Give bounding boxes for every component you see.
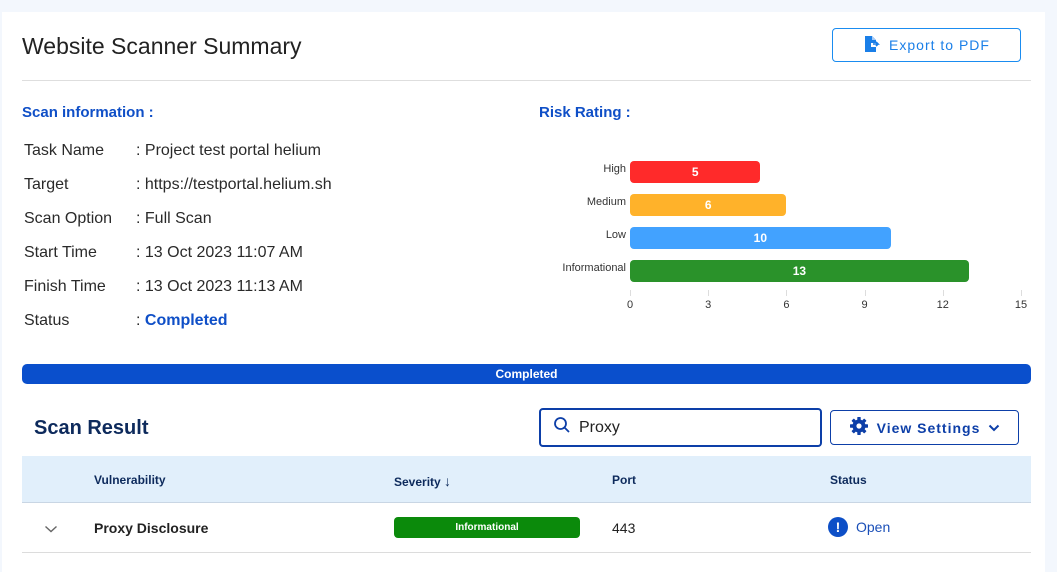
chart-x-tick-label: 3 — [705, 299, 712, 311]
info-value: : Project test portal helium — [136, 142, 321, 159]
export-pdf-label: Export to PDF — [889, 37, 990, 53]
chart-x-tick — [864, 290, 866, 296]
column-header-severity[interactable]: Severity ↓ — [394, 473, 451, 489]
sort-down-arrow-icon: ↓ — [444, 473, 452, 489]
scan-status-value: Completed — [144, 312, 228, 329]
chart-category-label: Medium — [586, 196, 626, 208]
expand-row-chevron-icon[interactable] — [44, 521, 58, 539]
chart-bar-high[interactable]: 5 — [630, 161, 761, 183]
progress-label: Completed — [495, 367, 558, 381]
risk-rating-heading: Risk Rating : — [539, 104, 631, 121]
chart-category-label: Informational — [562, 262, 626, 274]
exclamation-circle-icon: ! — [828, 517, 848, 537]
chart-x-tick — [630, 290, 631, 296]
info-value: : 13 Oct 2023 11:13 AM — [136, 278, 303, 295]
search-input[interactable] — [579, 418, 799, 437]
chart-x-tick-label: 9 — [861, 299, 868, 311]
info-key: Task Name — [24, 142, 105, 159]
scan-info-heading: Scan information : — [22, 104, 154, 121]
table-row: Proxy Disclosure Informational 443 ! Ope… — [22, 503, 1031, 553]
results-table-header: Vulnerability Severity ↓ Port Status — [22, 456, 1031, 503]
info-row-finish-time: Finish Time : 13 Oct 2023 11:13 AM — [24, 278, 303, 296]
view-settings-button[interactable]: View Settings — [830, 410, 1019, 445]
page-title: Website Scanner Summary — [22, 33, 302, 59]
info-value: : https://testportal.helium.sh — [136, 176, 332, 193]
status-value: Open — [856, 519, 891, 535]
search-box[interactable] — [539, 408, 822, 447]
risk-rating-chart: High 5 Medium 6 Low 10 Informational 13 0 3 6 9 12 15 — [530, 140, 1040, 320]
chart-category-label: High — [603, 163, 626, 175]
column-header-port[interactable]: Port — [612, 473, 636, 487]
column-header-vulnerability[interactable]: Vulnerability — [94, 473, 166, 487]
chart-x-tick-label: 0 — [626, 299, 634, 311]
scan-progress-bar: Completed — [22, 364, 1031, 384]
severity-badge: Informational — [394, 517, 580, 538]
view-settings-label: View Settings — [876, 419, 981, 436]
chart-x-tick — [708, 290, 710, 296]
port-value: 443 — [612, 520, 636, 536]
info-value: : — [136, 312, 145, 329]
info-row-start-time: Start Time : 13 Oct 2023 11:07 AM — [24, 244, 303, 262]
chart-category-label: Low — [605, 229, 626, 241]
search-icon — [553, 416, 571, 439]
chart-x-tick — [1021, 290, 1022, 296]
vulnerability-name: Proxy Disclosure — [94, 520, 209, 536]
scan-result-heading: Scan Result — [34, 417, 149, 439]
info-key: Scan Option — [24, 210, 113, 227]
export-file-icon — [863, 35, 881, 56]
info-key: Status — [24, 312, 70, 329]
chart-data-label: 10 — [753, 231, 767, 245]
severity-header-label: Severity — [394, 475, 441, 489]
chart-x-tick — [942, 290, 944, 296]
info-row-status: Status : Completed — [24, 312, 228, 330]
gear-icon — [849, 416, 869, 439]
info-row-task-name: Task Name : Project test portal helium — [24, 142, 321, 160]
chart-bar-medium[interactable]: 6 — [630, 194, 787, 216]
chart-x-tick-label: 15 — [1014, 299, 1028, 311]
info-key: Start Time — [24, 244, 97, 261]
chevron-down-icon — [988, 420, 1000, 436]
chart-x-tick-label: 6 — [783, 299, 790, 311]
info-row-scan-option: Scan Option : Full Scan — [24, 210, 212, 228]
info-key: Target — [24, 176, 69, 193]
info-value: : 13 Oct 2023 11:07 AM — [136, 244, 303, 261]
info-row-target: Target : https://testportal.helium.sh — [24, 176, 332, 194]
column-header-status[interactable]: Status — [830, 473, 867, 487]
chart-data-label: 13 — [792, 264, 807, 278]
export-pdf-button[interactable]: Export to PDF — [832, 28, 1021, 62]
chart-data-label: 6 — [704, 198, 712, 212]
info-value: : Full Scan — [136, 210, 212, 227]
chart-bar-informational[interactable]: 13 — [630, 260, 969, 282]
info-key: Finish Time — [24, 278, 106, 295]
header-divider — [22, 80, 1031, 81]
chart-bar-low[interactable]: 10 — [630, 227, 891, 249]
chart-x-tick-label: 12 — [936, 299, 949, 311]
chart-x-tick — [786, 290, 788, 296]
chart-data-label: 5 — [691, 165, 699, 179]
status-cell: ! Open — [828, 517, 890, 537]
